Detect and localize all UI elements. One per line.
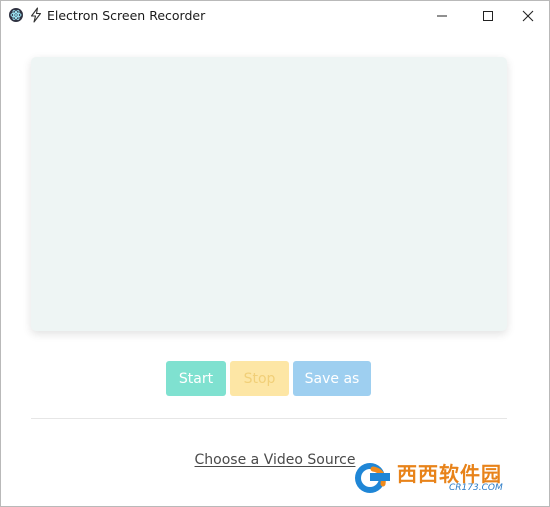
lightning-bolt-icon <box>29 7 43 23</box>
save-as-button[interactable]: Save as <box>293 361 371 396</box>
minimize-button[interactable] <box>419 1 465 31</box>
watermark-logo-icon <box>355 463 390 493</box>
divider <box>31 418 507 419</box>
stop-button[interactable]: Stop <box>230 361 289 396</box>
electron-app-icon <box>9 8 23 22</box>
app-window: Electron Screen Recorder Start Stop Save… <box>0 0 550 507</box>
start-button[interactable]: Start <box>166 361 226 396</box>
title-bar: Electron Screen Recorder <box>1 1 549 31</box>
video-preview <box>31 57 507 331</box>
minimize-icon <box>437 15 447 17</box>
window-title: Electron Screen Recorder <box>47 8 206 23</box>
close-button[interactable] <box>505 1 550 31</box>
maximize-icon <box>483 11 493 21</box>
choose-video-source-link[interactable]: Choose a Video Source <box>195 452 356 468</box>
watermark: 西西软件园 CR173.COM <box>351 456 536 498</box>
close-icon <box>522 10 534 22</box>
watermark-url: CR173.COM <box>449 483 503 493</box>
